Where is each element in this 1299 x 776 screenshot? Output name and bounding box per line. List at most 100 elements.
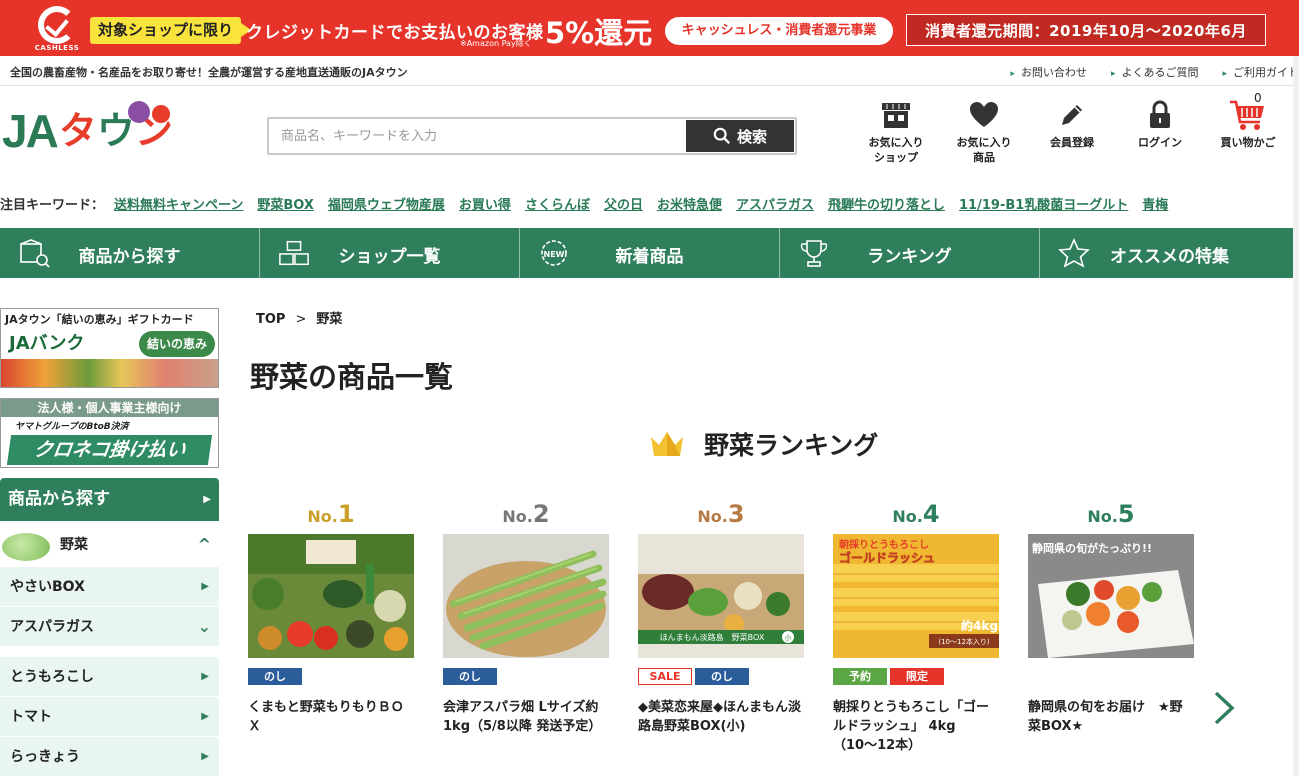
ranking-item[interactable]: No.3 ほんまもん淡路島 野菜BOX 小 SALE のし ◆美菜恋来屋◆ほんまも… (638, 500, 804, 734)
ranking-item[interactable]: No.2 のし 会津アスパラ畑 Lサイズ約1kg（5/8以降 発送予定） (443, 500, 609, 734)
nav-item-featured[interactable]: オススメの特集 (1040, 228, 1299, 278)
breadcrumb-current: 野菜 (316, 312, 343, 327)
noshi-tag: のし (248, 668, 302, 685)
favorite-item-button[interactable]: お気に入り 商品 (940, 97, 1028, 165)
sidebar-item-asparagus[interactable]: アスパラガス ⌄ (0, 607, 219, 647)
crown-icon (651, 432, 683, 456)
heart-icon (970, 102, 998, 127)
breadcrumb-sep: > (295, 312, 307, 327)
product-name[interactable]: 会津アスパラ畑 Lサイズ約1kg（5/8以降 発送予定） (443, 698, 609, 736)
login-button[interactable]: ログイン (1116, 97, 1204, 165)
ja-town-logo[interactable]: JA タウン (2, 101, 173, 157)
keyword-link[interactable]: さくらんぼ (525, 194, 590, 213)
sidebar-item-label: トマト (10, 709, 52, 725)
nav-item-ranking[interactable]: ランキング (780, 228, 1040, 278)
utility-bar: 全国の農畜産物・名産品をお取り寄せ！全農が運営する産地直送通販のJAタウン お問… (0, 56, 1299, 86)
chevron-down-icon: ⌄ (197, 617, 211, 636)
sidebar-item-label: とうもろこし (10, 669, 94, 685)
nav-item-new[interactable]: NEW 新着商品 (520, 228, 780, 278)
keyword-link[interactable]: 青梅 (1142, 194, 1168, 213)
search-button-label: 検索 (736, 128, 767, 146)
cashless-banner[interactable]: CASHLESS 対象ショップに限り クレジットカードでお支払いのお客様 ※Am… (0, 0, 1299, 56)
product-image: 静岡県の旬がたっぷり!! (1028, 534, 1194, 658)
product-tags: のし (248, 668, 302, 685)
sidebar-item-label: らっきょう (10, 749, 80, 765)
sidebar-head-label: 商品から探す (8, 489, 110, 509)
search-box: 検索 (267, 117, 797, 155)
keyword-link[interactable]: 飛騨牛の切り落とし (828, 194, 945, 213)
rank-number: No.3 (697, 500, 745, 528)
keyword-link[interactable]: アスパラガス (736, 194, 814, 213)
musubi-badge: 結いの恵み (139, 331, 215, 357)
favorite-shop-button[interactable]: お気に入り ショップ (852, 97, 940, 165)
guide-link[interactable]: ご利用ガイド (1222, 64, 1299, 80)
svg-text:約4kg: 約4kg (961, 618, 998, 633)
svg-text:小: 小 (785, 633, 792, 642)
product-name[interactable]: 静岡県の旬をお届け ★野菜BOX★ (1028, 698, 1194, 736)
sidebar-item-tomato[interactable]: トマト ▶ (0, 697, 219, 737)
sale-tag: SALE (638, 668, 692, 685)
cart-button[interactable]: 0 買い物かご (1204, 91, 1292, 165)
search-input[interactable] (269, 119, 685, 153)
favorite-item-label: お気に入り 商品 (956, 136, 1012, 164)
pencil-icon (1062, 105, 1082, 125)
cashless-logo-text: CASHLESS (34, 44, 80, 52)
chevron-up-icon: ^ (197, 535, 211, 554)
nav-label: 新着商品 (615, 247, 684, 267)
keyword-link[interactable]: 11/19-B1乳酸菌ヨーグルト (959, 194, 1128, 213)
rank-number: No.5 (1087, 500, 1135, 528)
product-image (443, 534, 609, 658)
product-name[interactable]: 朝採りとうもろこし「ゴールドラッシュ」 4kg（10〜12本） (833, 698, 999, 755)
ranking-title: 野菜ランキング (704, 431, 879, 460)
ranking-item[interactable]: No.1 のし くまもと野菜もりもりＢＯＸ (248, 500, 414, 734)
login-label: ログイン (1138, 136, 1182, 149)
limited-tag: 限定 (890, 668, 944, 685)
keyword-link[interactable]: お米特急便 (657, 194, 722, 213)
product-image: ほんまもん淡路島 野菜BOX 小 (638, 534, 804, 658)
ranking-item[interactable]: No.5 静岡県の旬がたっぷり!! 静岡県の旬をお届け ★野菜BOX★ (1028, 500, 1194, 734)
ranking-item[interactable]: No.4 朝採りとうもろこし ゴールドラッシュ 約4kg (10〜12本入り) … (833, 500, 999, 753)
product-name[interactable]: ◆美菜恋来屋◆ほんまもん淡路島野菜BOX(小) (638, 698, 804, 736)
logo-ja: JA (2, 105, 59, 157)
cabbage-icon (2, 533, 50, 561)
lock-icon (1150, 100, 1170, 128)
keyword-link[interactable]: 父の日 (604, 194, 643, 213)
svg-text:静岡県の旬がたっぷり!!: 静岡県の旬がたっぷり!! (1032, 541, 1152, 555)
nav-item-search-products[interactable]: 商品から探す (0, 228, 260, 278)
sidebar-item-vegetables[interactable]: 野菜 ^ (0, 523, 219, 567)
chevron-right-icon[interactable] (1208, 690, 1238, 726)
sidebar-item-yasai-box[interactable]: やさいBOX ▶ (0, 567, 219, 607)
page-title: 野菜の商品一覧 (250, 360, 454, 394)
chevron-right-icon: ▶ (201, 581, 209, 592)
contact-link[interactable]: お問い合わせ (1010, 64, 1087, 80)
product-image (248, 534, 414, 658)
register-label: 会員登録 (1050, 136, 1094, 149)
keyword-link[interactable]: お買い得 (459, 194, 511, 213)
register-button[interactable]: 会員登録 (1028, 97, 1116, 165)
search-button[interactable]: 検索 (686, 120, 794, 152)
faq-link[interactable]: よくあるご質問 (1111, 64, 1198, 80)
gift-card-banner[interactable]: JAタウン「結いの恵み」ギフトカード JAバンク 結いの恵み (0, 308, 219, 388)
cashless-logo: CASHLESS (32, 6, 82, 56)
sidebar-item-corn[interactable]: とうもろこし ▶ (0, 657, 219, 697)
keyword-link[interactable]: 野菜BOX (257, 194, 314, 213)
header-icons: お気に入り ショップ お気に入り 商品 会員登録 ログイン 0 買い物かご (852, 91, 1292, 165)
logo-town-1: タ (58, 109, 97, 153)
nav-label: オススメの特集 (1110, 247, 1229, 267)
keyword-link[interactable]: 福岡県ウェブ物産展 (328, 194, 445, 213)
product-name[interactable]: くまもと野菜もりもりＢＯＸ (248, 698, 414, 736)
kuroneko-banner[interactable]: 法人様・個人事業主様向け ヤマトグループのBtoB決済 クロネコ掛け払い (0, 398, 219, 468)
nav-label: ショップ一覧 (338, 247, 441, 267)
product-image: 朝採りとうもろこし ゴールドラッシュ 約4kg (10〜12本入り) (833, 534, 999, 658)
sidebar-category-head[interactable]: 商品から探す ▶ (0, 478, 219, 521)
nav-item-shops[interactable]: ショップ一覧 (260, 228, 520, 278)
rank-number: No.4 (892, 500, 940, 528)
breadcrumb-top[interactable]: TOP (256, 312, 285, 327)
noshi-tag: のし (695, 668, 749, 685)
keyword-link[interactable]: 送料無料キャンペーン (114, 194, 243, 213)
sidebar-item-rakkyo[interactable]: らっきょう ▶ (0, 737, 219, 776)
svg-text:ゴールドラッシュ: ゴールドラッシュ (839, 550, 935, 565)
scrollbar[interactable] (1293, 56, 1299, 776)
search-icon (713, 127, 731, 145)
tomato-icon (152, 105, 170, 123)
